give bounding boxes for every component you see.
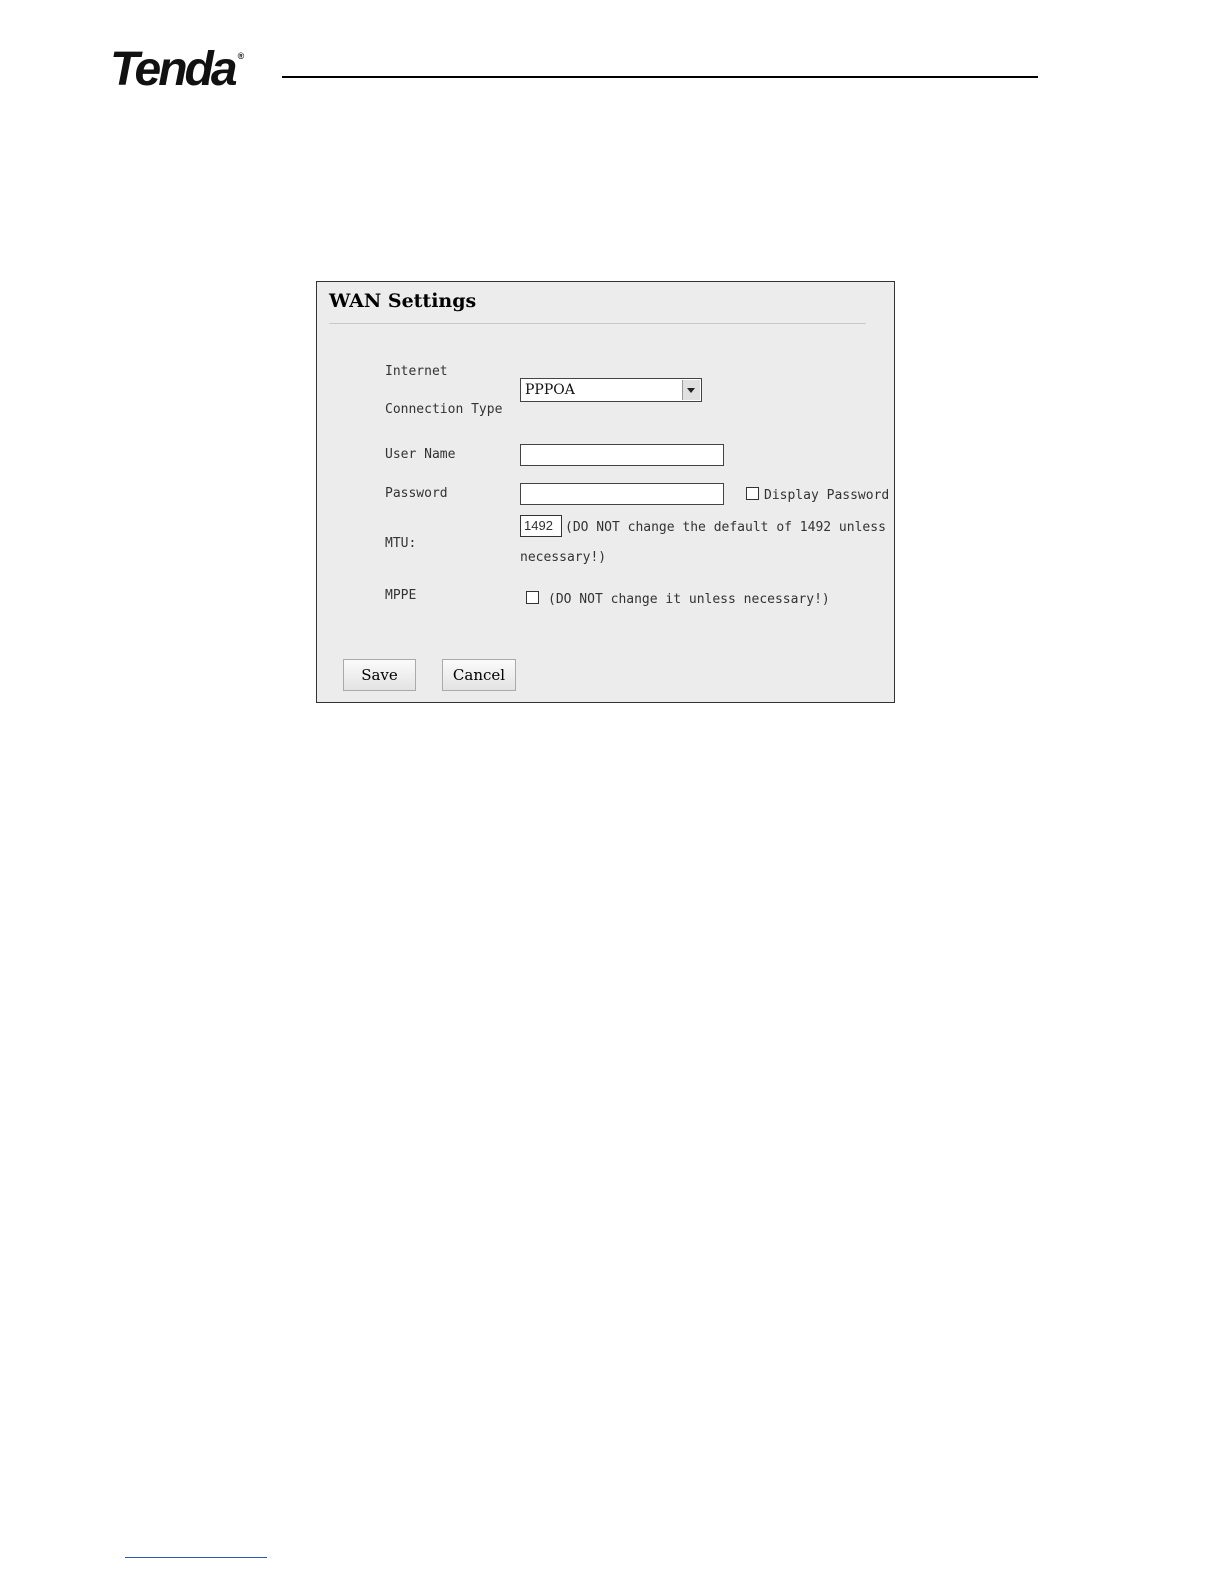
mppe-checkbox[interactable] bbox=[526, 591, 539, 604]
registered-mark: ® bbox=[237, 51, 245, 61]
wan-settings-panel: WAN Settings Internet Connection Type PP… bbox=[316, 281, 895, 703]
connection-type-value: PPPOA bbox=[525, 382, 575, 398]
password-label: Password bbox=[385, 486, 448, 501]
cancel-button[interactable]: Cancel bbox=[442, 659, 516, 691]
display-password-label: Display Password bbox=[764, 488, 890, 503]
title-divider bbox=[329, 323, 866, 324]
connection-type-label-line2: Connection Type bbox=[385, 402, 503, 417]
mtu-label: MTU: bbox=[385, 536, 417, 551]
tenda-logo: Tenda ® bbox=[110, 43, 245, 96]
mtu-input[interactable]: 1492 bbox=[520, 515, 562, 537]
mtu-note-line2: necessary!) bbox=[520, 550, 607, 565]
mtu-note-line1: (DO NOT change the default of 1492 unles… bbox=[565, 520, 886, 535]
user-name-label: User Name bbox=[385, 447, 456, 462]
header-rule bbox=[282, 76, 1038, 78]
chevron-down-icon[interactable] bbox=[682, 380, 700, 400]
display-password-checkbox[interactable] bbox=[746, 487, 759, 500]
user-name-input[interactable] bbox=[520, 444, 724, 466]
mppe-note: (DO NOT change it unless necessary!) bbox=[548, 592, 830, 607]
panel-title: WAN Settings bbox=[329, 290, 477, 312]
mppe-label: MPPE bbox=[385, 588, 417, 603]
connection-type-label-line1: Internet bbox=[385, 364, 448, 379]
connection-type-select[interactable]: PPPOA bbox=[520, 378, 702, 402]
footer-link-underline[interactable] bbox=[125, 1557, 267, 1558]
save-button[interactable]: Save bbox=[343, 659, 416, 691]
password-input[interactable] bbox=[520, 483, 724, 505]
